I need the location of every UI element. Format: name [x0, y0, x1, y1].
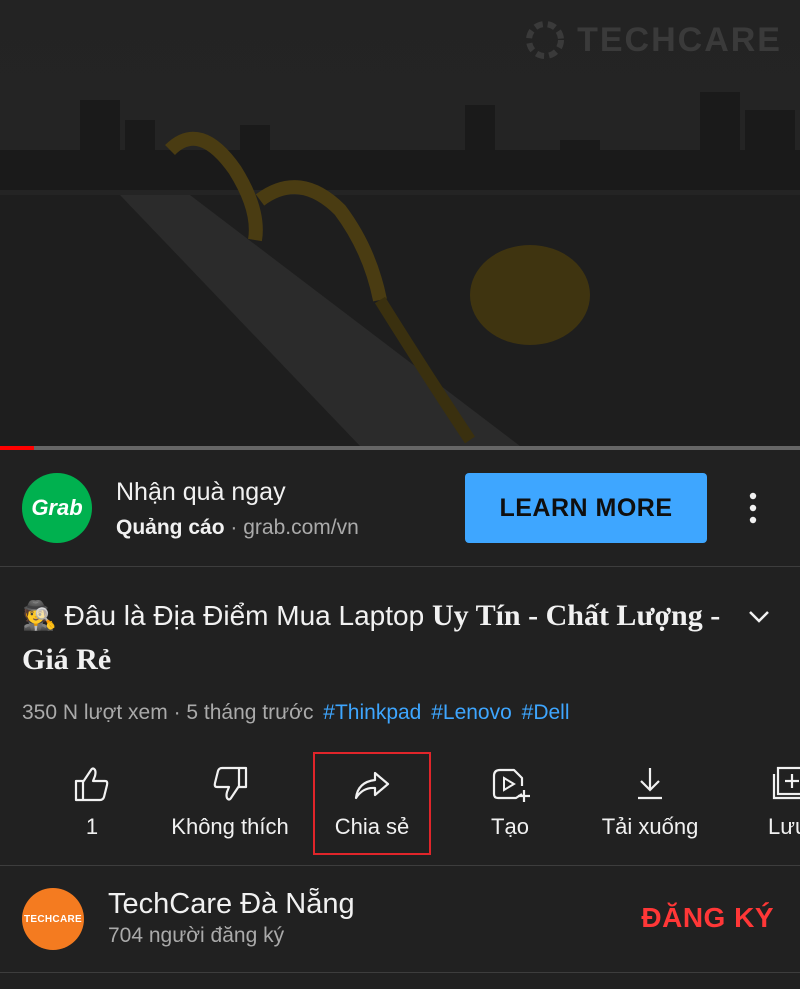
dislike-button[interactable]: Không thích [160, 752, 300, 864]
video-title-part1: Đâu là Địa Điểm Mua Laptop [64, 600, 432, 631]
action-bar: 1 Không thích Chia sẻ Tạo Tải xuống Lư [0, 752, 800, 864]
save-button[interactable]: Lưu [762, 752, 800, 864]
download-icon [638, 768, 662, 800]
video-title[interactable]: 🕵️ Đâu là Địa Điểm Mua Laptop Uy Tín - C… [22, 594, 742, 682]
thumbs-down-icon [213, 766, 248, 801]
techcare-logo-icon [526, 21, 565, 59]
ad-domain: grab.com/vn [243, 516, 359, 539]
advertiser-logo: Grab [22, 473, 92, 543]
create-icon [492, 768, 530, 802]
ad-meta-separator: · [230, 516, 238, 539]
channel-row[interactable]: TECHCARE TechCare Đà Nẵng 704 người đăng… [0, 866, 800, 974]
ad-meta: Quảng cáo · grab.com/vn [116, 516, 359, 540]
video-meta: 350 N lượt xem · 5 tháng trước #Thinkpad… [22, 701, 570, 725]
ad-title: Nhận quà ngay [116, 478, 286, 506]
download-button[interactable]: Tải xuống [585, 752, 715, 864]
save-label: Lưu [768, 814, 800, 839]
video-player[interactable]: TECHCARE [0, 0, 800, 446]
techcare-watermark: TECHCARE [525, 20, 782, 60]
thumbs-up-icon [74, 767, 109, 802]
divider [0, 972, 800, 973]
sponsored-label: Quảng cáo [116, 516, 225, 539]
learn-more-button[interactable]: LEARN MORE [465, 473, 707, 543]
create-label: Tạo [491, 814, 529, 839]
dislike-label: Không thích [171, 814, 289, 839]
like-count: 1 [85, 814, 99, 839]
channel-avatar-text: TECHCARE [24, 913, 82, 925]
channel-name[interactable]: TechCare Đà Nẵng [108, 888, 355, 921]
hashtag-link[interactable]: #Thinkpad [323, 701, 421, 724]
grab-logo-text: Grab [31, 495, 83, 520]
subscribe-button[interactable]: ĐĂNG KÝ [641, 902, 774, 934]
watermark-text: TECHCARE [577, 20, 782, 59]
hashtag-link[interactable]: #Dell [522, 701, 570, 724]
upload-time: · 5 tháng trước [173, 701, 314, 724]
ad-banner[interactable]: Grab Nhận quà ngay Quảng cáo · grab.com/… [0, 450, 800, 567]
detective-emoji: 🕵️ [22, 600, 57, 631]
like-button[interactable]: 1 [42, 752, 142, 864]
view-count: 350 N lượt xem [22, 701, 168, 724]
hashtag-link[interactable]: #Lenovo [431, 701, 512, 724]
save-icon [772, 766, 800, 800]
share-highlight-box [313, 752, 431, 855]
subscriber-count: 704 người đăng ký [108, 924, 285, 947]
chevron-down-icon[interactable] [744, 604, 774, 628]
more-vert-icon[interactable] [738, 490, 768, 526]
download-label: Tải xuống [601, 814, 699, 839]
create-button[interactable]: Tạo [460, 752, 560, 864]
channel-avatar[interactable]: TECHCARE [22, 888, 84, 950]
video-frame [0, 0, 800, 446]
